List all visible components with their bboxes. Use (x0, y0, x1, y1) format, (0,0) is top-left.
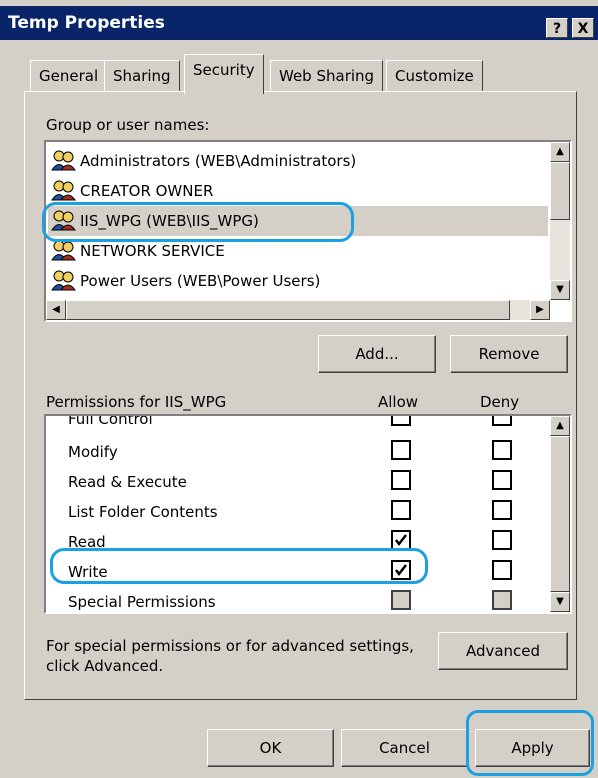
list-item-label: CREATOR OWNER (80, 182, 214, 200)
users-icon (50, 269, 76, 291)
list-item[interactable]: CREATOR OWNER (50, 176, 213, 206)
permission-label: Read (68, 533, 106, 551)
remove-button[interactable]: Remove (450, 335, 568, 373)
add-button[interactable]: Add... (318, 335, 436, 373)
advanced-button[interactable]: Advanced (438, 632, 568, 670)
tab-sharing[interactable]: Sharing (104, 60, 180, 92)
allow-checkbox-checked[interactable] (391, 560, 411, 580)
deny-checkbox-disabled (492, 590, 512, 610)
checkmark-icon (395, 564, 407, 577)
group-names-label: Group or user names: (46, 116, 210, 134)
list-item-label: NETWORK SERVICE (80, 242, 225, 260)
tab-customize[interactable]: Customize (386, 60, 483, 92)
users-icon (50, 209, 76, 231)
scroll-thumb[interactable] (550, 162, 570, 220)
deny-checkbox[interactable] (492, 470, 512, 490)
permission-label: List Folder Contents (68, 503, 218, 521)
list-item-label: IIS_WPG (WEB\IIS_WPG) (80, 212, 259, 230)
users-icon (50, 179, 76, 201)
list-item[interactable]: Power Users (WEB\Power Users) (50, 266, 320, 296)
permission-label: Full Control (68, 414, 153, 428)
permissions-label: Permissions for IIS_WPG (46, 393, 227, 411)
list-item-selected[interactable]: IIS_WPG (WEB\IIS_WPG) (48, 206, 548, 236)
allow-checkbox[interactable] (391, 470, 411, 490)
vertical-scrollbar[interactable]: ▲ ▼ (550, 142, 570, 300)
scroll-up-button[interactable]: ▲ (550, 416, 570, 436)
horizontal-scrollbar[interactable]: ◀ ▶ (46, 300, 550, 320)
tab-general[interactable]: General (30, 60, 108, 92)
deny-checkbox[interactable] (492, 560, 512, 580)
scroll-up-button[interactable]: ▲ (550, 142, 570, 162)
group-names-list[interactable]: Administrators (WEB\Administrators) CREA… (44, 140, 572, 322)
close-button[interactable]: X (572, 18, 594, 38)
deny-header: Deny (480, 393, 520, 411)
deny-checkbox[interactable] (492, 440, 512, 460)
scroll-left-button[interactable]: ◀ (46, 300, 66, 320)
scroll-right-button[interactable]: ▶ (530, 300, 550, 320)
allow-checkbox[interactable] (391, 500, 411, 520)
allow-checkbox[interactable] (391, 416, 411, 426)
allow-checkbox-disabled (391, 590, 411, 610)
scroll-down-button[interactable]: ▼ (550, 592, 570, 612)
cancel-button[interactable]: Cancel (341, 729, 468, 767)
allow-checkbox-checked[interactable] (391, 530, 411, 550)
tab-web-sharing[interactable]: Web Sharing (270, 60, 384, 92)
help-button[interactable]: ? (546, 18, 568, 38)
ok-button[interactable]: OK (207, 729, 334, 767)
list-item[interactable]: NETWORK SERVICE (50, 236, 225, 266)
list-item[interactable]: Administrators (WEB\Administrators) (50, 146, 356, 176)
allow-checkbox[interactable] (391, 440, 411, 460)
checkmark-icon (395, 534, 407, 547)
scroll-thumb-horizontal[interactable] (66, 300, 510, 320)
vertical-scrollbar[interactable]: ▲ ▼ (550, 416, 570, 612)
permission-label: Read & Execute (68, 473, 187, 491)
users-icon (50, 149, 76, 171)
tab-security[interactable]: Security (184, 54, 264, 94)
permissions-list: Full Control Modify Read & Execute List … (44, 414, 572, 614)
allow-header: Allow (378, 393, 419, 411)
list-item-label: Power Users (WEB\Power Users) (80, 272, 321, 290)
users-icon (50, 239, 76, 261)
scroll-down-button[interactable]: ▼ (550, 280, 570, 300)
advanced-hint-text: For special permissions or for advanced … (46, 637, 414, 675)
permission-label: Special Permissions (68, 593, 216, 611)
properties-dialog: Temp Properties ? X General Sharing Secu… (0, 0, 598, 778)
title-bar[interactable]: Temp Properties ? X (0, 6, 598, 40)
permission-label: Write (68, 563, 108, 581)
permission-label: Modify (68, 443, 118, 461)
deny-checkbox[interactable] (492, 530, 512, 550)
window-title: Temp Properties (8, 13, 165, 33)
deny-checkbox[interactable] (492, 416, 512, 426)
list-item-label: Administrators (WEB\Administrators) (80, 152, 357, 170)
apply-button[interactable]: Apply (475, 729, 590, 767)
deny-checkbox[interactable] (492, 500, 512, 520)
scroll-thumb[interactable] (550, 436, 570, 592)
